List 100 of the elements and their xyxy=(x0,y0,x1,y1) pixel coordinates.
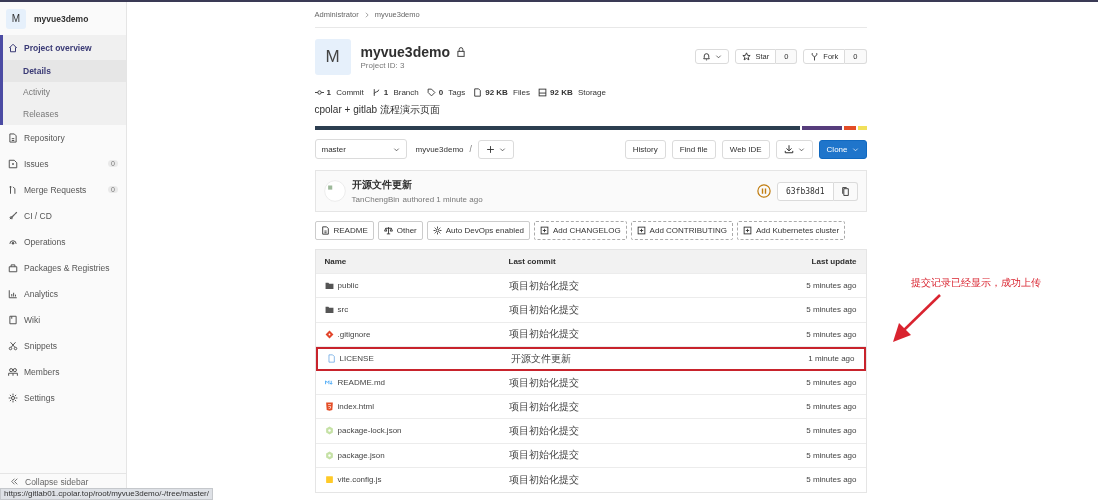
copy-icon xyxy=(840,186,850,196)
settings-icon xyxy=(8,392,18,403)
branch-dropdown[interactable]: master xyxy=(314,139,407,159)
toolbar-button[interactable]: History xyxy=(624,139,666,159)
paused-status-icon xyxy=(756,184,771,198)
fork-icon xyxy=(810,52,820,61)
sidebar-item[interactable]: CI / CD xyxy=(0,202,126,229)
commit-title[interactable]: 开源文件更新 xyxy=(351,178,483,192)
notification-button[interactable] xyxy=(695,49,730,64)
sidebar-subitem[interactable]: Details xyxy=(3,60,126,82)
commit-message-link[interactable]: 项目初始化提交 xyxy=(508,448,579,463)
chart-icon xyxy=(8,288,18,299)
annotation-arrow xyxy=(891,293,943,345)
caret-icon xyxy=(715,53,723,60)
file-name-link[interactable]: index.html xyxy=(337,402,374,412)
commit-message-link[interactable]: 项目初始化提交 xyxy=(508,399,579,414)
commit-message-link[interactable]: 项目初始化提交 xyxy=(508,423,579,438)
file-icon xyxy=(326,354,336,364)
path-link[interactable]: myvue3demo xyxy=(415,144,464,154)
bell-icon xyxy=(702,52,712,61)
quick-link[interactable]: Other xyxy=(377,221,423,240)
file-name-link[interactable]: README.md xyxy=(337,378,386,388)
file-name-link[interactable]: src xyxy=(337,305,349,315)
caret-icon xyxy=(498,145,506,153)
file-name-link[interactable]: .gitignore xyxy=(337,329,371,339)
sidebar-item[interactable]: Project overview xyxy=(3,35,126,60)
hexagon-icon xyxy=(324,426,334,436)
plus-square-icon xyxy=(742,226,752,235)
commit-message-link[interactable]: 项目初始化提交 xyxy=(508,302,579,317)
download-icon xyxy=(783,144,794,154)
commit-meta: authored 1 minute ago xyxy=(402,195,483,204)
sidebar-item[interactable]: Packages & Registries xyxy=(0,254,126,281)
file-name-link[interactable]: package-lock.json xyxy=(337,426,402,436)
html-icon xyxy=(324,402,334,412)
project-name[interactable]: myvue3demo xyxy=(34,13,89,24)
last-update-cell-text: 5 minutes ago xyxy=(806,450,858,460)
chevron-right-icon xyxy=(363,11,370,18)
settings-icon xyxy=(432,226,442,235)
document-icon xyxy=(320,226,330,235)
copy-button[interactable] xyxy=(833,181,858,201)
stat-link[interactable]: 92 KB Storage xyxy=(538,87,606,97)
caret-icon xyxy=(392,145,400,153)
add-button[interactable] xyxy=(477,139,514,159)
file-icon xyxy=(473,87,483,97)
toolbar-button[interactable]: Find file xyxy=(671,139,716,159)
document-icon xyxy=(8,132,18,143)
last-update-cell-text: 5 minutes ago xyxy=(806,305,858,315)
last-update-cell-text: 5 minutes ago xyxy=(806,281,858,291)
last-update-cell-text: 5 minutes ago xyxy=(806,329,858,339)
project-id: Project ID: 3 xyxy=(360,60,406,70)
quick-link[interactable]: Add CHANGELOG xyxy=(534,221,627,240)
folder-icon xyxy=(324,281,334,291)
commit-message-link[interactable]: 项目初始化提交 xyxy=(508,375,579,390)
quick-link[interactable]: Add Kubernetes cluster xyxy=(736,221,846,240)
file-name-link[interactable]: public xyxy=(337,281,359,291)
commit-sha[interactable]: 63fb38d1 xyxy=(776,181,834,201)
author-link[interactable]: TanChengBin xyxy=(351,195,400,204)
toolbar-button[interactable]: Web IDE xyxy=(721,139,770,159)
sidebar-subitem[interactable]: Activity xyxy=(3,81,126,103)
stat-link[interactable]: 0 Tags xyxy=(426,87,466,97)
sidebar-item[interactable]: Snippets xyxy=(0,332,126,359)
commit-message-link[interactable]: 项目初始化提交 xyxy=(508,327,579,342)
branch-icon xyxy=(371,87,381,97)
sidebar-item[interactable]: Repository xyxy=(0,124,126,151)
quick-link[interactable]: Add CONTRIBUTING xyxy=(630,221,733,240)
sidebar-item[interactable]: Wiki xyxy=(0,306,126,333)
avatar-placeholder-icon xyxy=(323,180,346,202)
caret-icon xyxy=(851,145,859,153)
quick-link[interactable]: Auto DevOps enabled xyxy=(426,221,531,240)
file-name-link[interactable]: vite.config.js xyxy=(337,475,382,485)
scale-icon xyxy=(383,226,393,235)
markdown-icon xyxy=(324,378,334,388)
clone-button[interactable]: Clone xyxy=(818,139,867,159)
status-url: https://gitlab01.cpolar.top/root/myvue3demo/-/tree/master/ xyxy=(0,488,213,500)
stat-link[interactable]: 92 KB Files xyxy=(473,87,530,97)
plus-square-icon xyxy=(540,226,550,235)
quick-link[interactable]: README xyxy=(314,221,374,240)
commit-message-link[interactable]: 项目初始化提交 xyxy=(508,278,579,293)
stat-link[interactable]: 1 Commit xyxy=(314,87,364,97)
last-update-cell-text: 5 minutes ago xyxy=(806,378,858,388)
project-avatar: M xyxy=(314,38,351,75)
file-name-link[interactable]: LICENSE xyxy=(339,354,374,364)
caret-icon xyxy=(797,145,805,153)
sidebar-item[interactable]: Operations xyxy=(0,228,126,255)
home-icon xyxy=(8,42,18,53)
sidebar-item[interactable]: Settings xyxy=(0,384,126,411)
issue-icon xyxy=(8,158,18,169)
stat-link[interactable]: 1 Branch xyxy=(371,87,419,97)
commit-message-link[interactable]: 开源文件更新 xyxy=(510,351,571,366)
file-name-link[interactable]: package.json xyxy=(337,450,385,460)
sidebar-item[interactable]: Members xyxy=(0,358,126,385)
project-description: cpolar + gitlab 流程演示页面 xyxy=(314,103,441,116)
package-icon xyxy=(8,262,18,273)
folder-icon xyxy=(324,305,334,315)
sidebar-subitem[interactable]: Releases xyxy=(3,103,126,125)
download-button[interactable] xyxy=(775,139,813,159)
git-icon xyxy=(324,329,334,339)
plus-icon xyxy=(485,144,495,154)
sidebar-item[interactable]: Analytics xyxy=(0,280,126,307)
commit-message-link[interactable]: 项目初始化提交 xyxy=(508,472,579,487)
